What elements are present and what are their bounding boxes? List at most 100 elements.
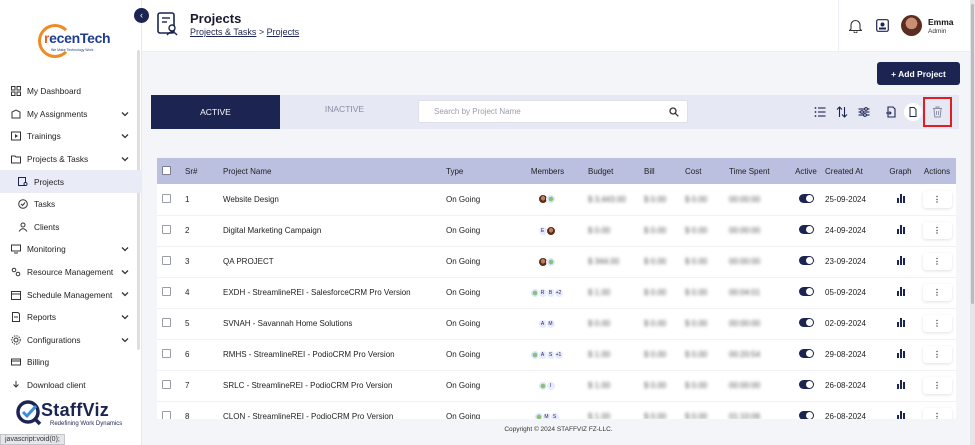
active-toggle-cell[interactable] [787, 401, 825, 419]
row-select-cell[interactable] [157, 246, 185, 277]
active-toggle[interactable] [798, 349, 814, 358]
active-toggle[interactable] [798, 256, 814, 265]
active-toggle-cell[interactable] [787, 370, 825, 401]
members-group[interactable]: AM [507, 318, 588, 329]
project-members[interactable]: R B +2 [507, 277, 588, 308]
graph-cell[interactable] [883, 184, 918, 215]
active-toggle-cell[interactable] [787, 246, 825, 277]
active-toggle-cell[interactable] [787, 339, 825, 370]
more-actions-button[interactable]: ⋮ [922, 222, 952, 239]
bar-chart-icon[interactable] [896, 287, 905, 296]
sidebar-item-tasks[interactable]: Tasks [0, 193, 142, 216]
more-actions-button[interactable]: ⋮ [922, 284, 952, 301]
table-row[interactable]: 7 SRLC - StreamlineREI - PodioCRM Pro Ver… [157, 370, 956, 401]
sort-icon[interactable] [836, 106, 848, 118]
project-members[interactable]: E [507, 215, 588, 246]
members-group[interactable] [507, 194, 588, 205]
actions-cell[interactable]: ⋮ [918, 308, 956, 339]
table-row[interactable]: 2 Digital Marketing Campaign On Going E $ 0.… [157, 215, 956, 246]
sidebar-item-projects-tasks[interactable]: Projects & Tasks [0, 148, 142, 171]
project-name[interactable]: Digital Marketing Campaign [223, 215, 446, 246]
sidebar-item-reports[interactable]: Reports [0, 306, 142, 329]
member-initial-badge[interactable]: +1 [553, 349, 564, 360]
members-group[interactable]: E [507, 225, 588, 236]
active-toggle[interactable] [798, 193, 814, 203]
add-project-button[interactable]: + Add Project [877, 62, 960, 85]
member-avatar[interactable] [545, 194, 556, 205]
sidebar-item-configurations[interactable]: Configurations [0, 329, 142, 352]
chevron-down-icon[interactable] [120, 154, 130, 164]
table-row[interactable]: 5 SVNAH - Savannah Home Solutions On Going… [157, 308, 956, 339]
active-toggle-cell[interactable] [787, 215, 825, 246]
row-checkbox[interactable] [162, 225, 171, 234]
graph-cell[interactable] [883, 308, 918, 339]
active-toggle[interactable] [798, 225, 814, 234]
user-name[interactable]: Emma [928, 17, 954, 27]
members-group[interactable] [507, 256, 588, 267]
member-initial-badge[interactable]: M [545, 318, 556, 329]
chevron-down-icon[interactable] [120, 267, 130, 277]
select-all-checkbox[interactable] [162, 165, 171, 175]
actions-cell[interactable]: ⋮ [918, 339, 956, 370]
active-toggle[interactable] [798, 411, 814, 419]
bar-chart-icon[interactable] [896, 225, 905, 234]
row-checkbox[interactable] [162, 256, 171, 265]
member-avatar[interactable] [545, 256, 556, 267]
member-initial-badge[interactable]: S [549, 411, 560, 419]
sidebar-item-trainings[interactable]: Trainings [0, 125, 142, 148]
recentech-logo[interactable]: recenTech We Make Technology Work [38, 22, 111, 58]
member-initial-badge[interactable]: +2 [553, 287, 564, 298]
tab-inactive[interactable]: INACTIVE [280, 95, 409, 129]
active-toggle[interactable] [798, 287, 814, 296]
actions-cell[interactable]: ⋮ [918, 215, 956, 246]
sidebar-item-download-client[interactable]: Download client [0, 374, 142, 397]
graph-cell[interactable] [883, 277, 918, 308]
bar-chart-icon[interactable] [896, 256, 905, 265]
graph-cell[interactable] [883, 246, 918, 277]
search-icon[interactable] [669, 107, 679, 117]
row-select-cell[interactable] [157, 370, 185, 401]
members-group[interactable]: I [507, 380, 588, 391]
project-name[interactable]: RMHS - StreamlineREI - PodioCRM Pro Vers… [223, 339, 446, 370]
project-name[interactable]: CLON - StreamlineREI - PodioCRM Pro Vers… [223, 401, 446, 419]
sidebar-item-billing[interactable]: Billing [0, 351, 142, 374]
project-members[interactable]: A S +1 [507, 339, 588, 370]
chevron-down-icon[interactable] [120, 109, 130, 119]
bar-chart-icon[interactable] [896, 193, 905, 203]
project-members[interactable]: AM [507, 308, 588, 339]
delete-button[interactable] [923, 97, 952, 127]
active-toggle[interactable] [798, 380, 814, 389]
project-members[interactable] [507, 184, 588, 215]
actions-cell[interactable]: ⋮ [918, 277, 956, 308]
select-all-header[interactable] [157, 158, 185, 184]
row-select-cell[interactable] [157, 401, 185, 419]
actions-cell[interactable]: ⋮ [918, 246, 956, 277]
active-toggle-cell[interactable] [787, 277, 825, 308]
row-checkbox[interactable] [162, 318, 171, 327]
project-name[interactable]: SVNAH - Savannah Home Solutions [223, 308, 446, 339]
bar-chart-icon[interactable] [896, 411, 905, 419]
list-view-icon[interactable] [814, 106, 826, 118]
user-avatar[interactable] [901, 15, 922, 36]
sidebar-item-schedule-management[interactable]: Schedule Management [0, 283, 142, 306]
collapse-sidebar-button[interactable]: ‹ [134, 8, 149, 23]
row-checkbox[interactable] [162, 287, 171, 296]
bell-icon[interactable] [849, 19, 862, 33]
member-avatar[interactable] [545, 225, 556, 236]
tab-active[interactable]: ACTIVE [151, 95, 280, 129]
row-checkbox[interactable] [162, 411, 171, 419]
table-row[interactable]: 6 RMHS - StreamlineREI - PodioCRM Pro Ver… [157, 339, 956, 370]
bar-chart-icon[interactable] [896, 318, 905, 327]
bar-chart-icon[interactable] [896, 380, 905, 389]
project-name[interactable]: Website Design [223, 184, 446, 215]
members-group[interactable]: A S +1 [507, 349, 588, 360]
chevron-down-icon[interactable] [120, 244, 130, 254]
filter-sliders-icon[interactable] [858, 106, 870, 118]
row-select-cell[interactable] [157, 339, 185, 370]
search-input[interactable] [419, 101, 659, 122]
members-group[interactable]: R B +2 [507, 287, 588, 298]
project-members[interactable]: I [507, 370, 588, 401]
row-checkbox[interactable] [162, 380, 171, 389]
table-row[interactable]: 1 Website Design On Going $ 3,443.00 $ 0.00 $… [157, 184, 956, 215]
row-checkbox[interactable] [162, 193, 171, 203]
